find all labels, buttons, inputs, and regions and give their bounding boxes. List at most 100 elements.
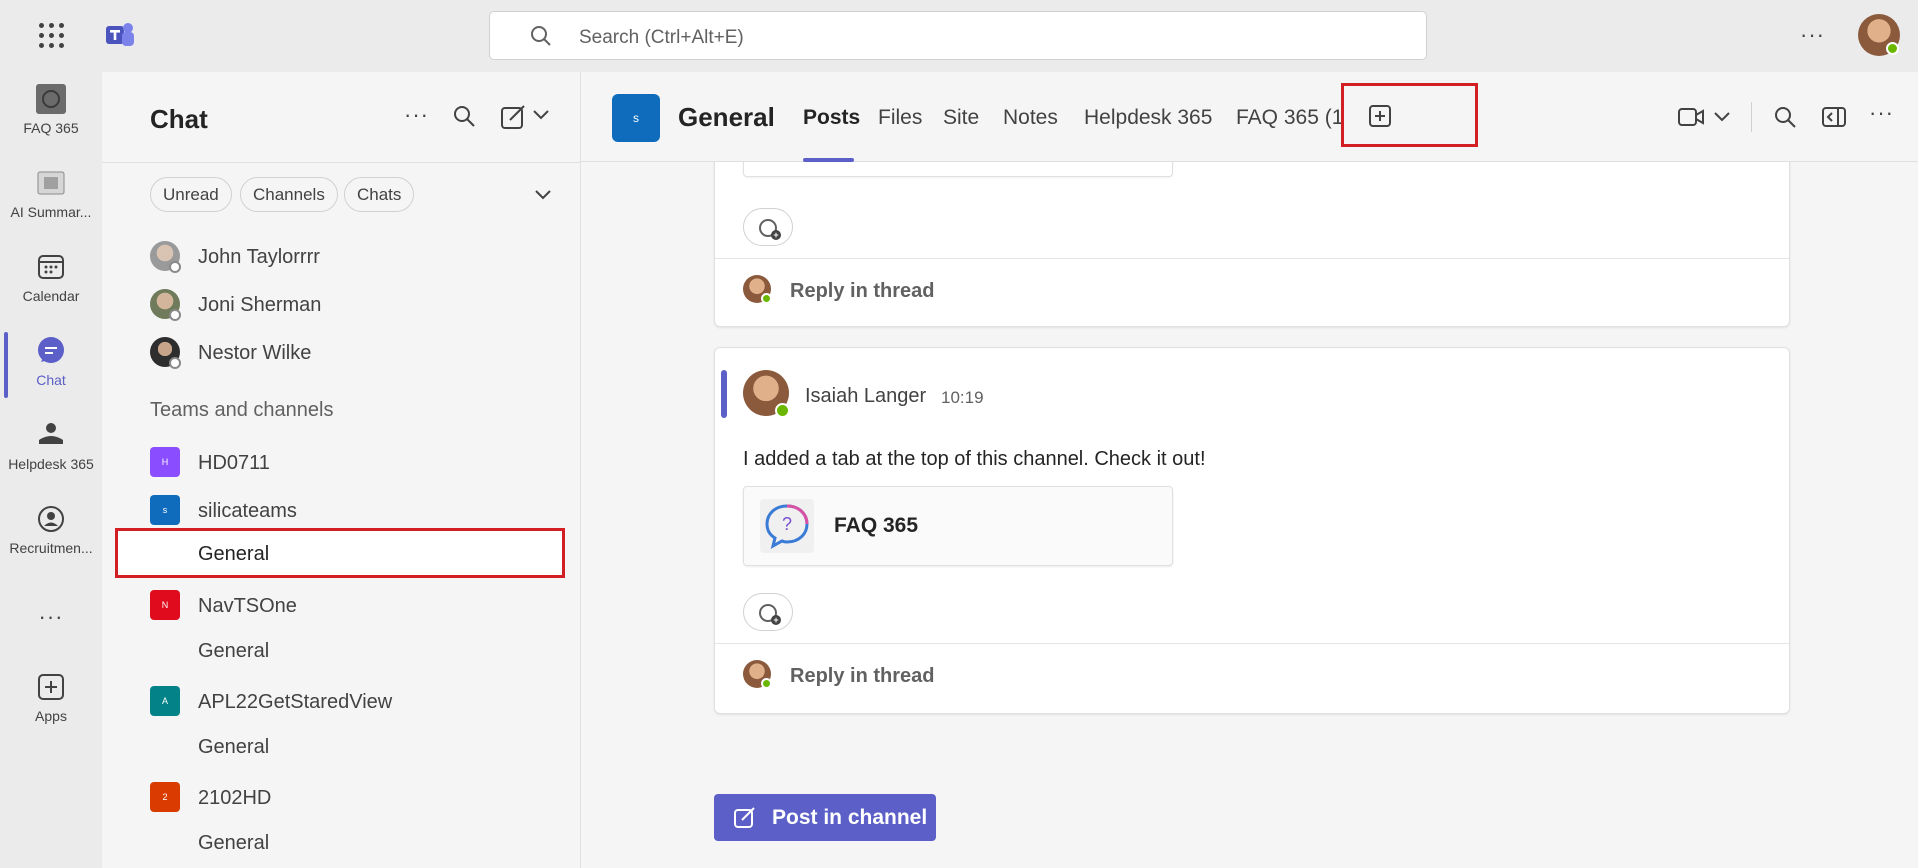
tab-files[interactable]: Files xyxy=(878,106,922,130)
add-tab-button[interactable] xyxy=(1341,83,1478,147)
tab-notes[interactable]: Notes xyxy=(1003,106,1058,130)
tab-posts[interactable]: Posts xyxy=(803,106,860,130)
rail-item-faq365[interactable]: FAQ 365 xyxy=(0,72,102,154)
pane-more-icon[interactable]: ··· xyxy=(404,102,429,128)
team-item-navtsone[interactable]: N NavTSOne xyxy=(150,587,560,625)
channel-name: General xyxy=(198,640,270,662)
channel-item-general[interactable]: General xyxy=(150,728,560,766)
presence-available-icon xyxy=(1886,42,1899,55)
rail-label: Calendar xyxy=(22,288,80,304)
tab-faq-365[interactable]: FAQ 365 (1) xyxy=(1236,106,1341,130)
divider xyxy=(715,258,1789,259)
channel-info-panel-icon[interactable] xyxy=(1821,106,1847,128)
message-time: 10:19 xyxy=(941,388,984,407)
rail-item-ai-summary[interactable]: AI Summar... xyxy=(0,156,102,238)
rail-label: Helpdesk 365 xyxy=(8,456,94,472)
message-author[interactable]: Isaiah Langer xyxy=(805,385,926,408)
team-avatar: 2 xyxy=(150,782,180,812)
svg-text:?: ? xyxy=(782,514,792,534)
rail-label: Chat xyxy=(36,372,66,388)
team-name: 2102HD xyxy=(198,787,272,809)
faq-app-icon xyxy=(36,84,66,114)
search-box[interactable]: Search (Ctrl+Alt+E) xyxy=(489,11,1427,60)
team-item-apl22getstaredview[interactable]: A APL22GetStaredView xyxy=(150,683,560,721)
compose-icon xyxy=(734,807,755,828)
channel-title: General xyxy=(678,102,775,132)
rail-label: FAQ 365 xyxy=(23,120,79,136)
chat-name: John Taylorrrr xyxy=(198,246,320,268)
chat-list-pane: Chat ··· Unread Channels Chats John Tayl… xyxy=(102,72,581,868)
channel-name: General xyxy=(198,543,270,565)
divider xyxy=(1751,102,1752,132)
reply-label: Reply in thread xyxy=(790,665,935,687)
rail-item-apps[interactable]: Apps xyxy=(0,660,102,742)
team-avatar: H xyxy=(150,447,180,477)
filter-chats[interactable]: Chats xyxy=(344,177,415,212)
chevron-down-icon[interactable] xyxy=(534,188,552,202)
chevron-down-icon[interactable] xyxy=(1713,110,1731,124)
rail-label: AI Summar... xyxy=(10,204,92,220)
team-name: HD0711 xyxy=(198,452,270,474)
faq-365-card[interactable]: ? FAQ 365 xyxy=(743,486,1173,566)
card-title: FAQ 365 xyxy=(834,514,919,537)
divider xyxy=(715,643,1789,644)
presence-available-icon xyxy=(761,678,772,689)
posts-feed: + Reply in thread Isaiah Langer 10:19 I … xyxy=(581,162,1918,868)
add-icon: + xyxy=(771,615,781,625)
presence-offline-icon xyxy=(169,309,181,321)
pane-title: Chat xyxy=(150,104,208,134)
rail-item-more-apps[interactable]: ··· xyxy=(0,590,102,640)
chevron-down-icon[interactable] xyxy=(532,108,550,122)
presence-available-icon xyxy=(775,403,790,418)
faq-app-icon: ? xyxy=(760,499,814,553)
search-icon[interactable] xyxy=(452,104,476,128)
team-item-2102hd[interactable]: 2 2102HD xyxy=(150,779,560,817)
team-item-silicateams[interactable]: s silicateams xyxy=(150,492,560,530)
teams-logo-icon xyxy=(106,23,134,46)
add-reaction-button[interactable]: + xyxy=(743,208,793,246)
team-name: silicateams xyxy=(198,500,297,522)
rail-label: Apps xyxy=(35,708,67,724)
channel-item-general-selected[interactable]: General xyxy=(115,528,565,578)
team-name: APL22GetStaredView xyxy=(198,691,393,713)
filter-unread[interactable]: Unread xyxy=(150,177,232,212)
chat-icon xyxy=(36,336,66,366)
post-card: + Reply in thread xyxy=(714,162,1790,327)
channel-name: General xyxy=(198,832,270,854)
new-chat-icon[interactable] xyxy=(500,104,526,130)
chat-name: Joni Sherman xyxy=(198,294,322,316)
team-avatar: N xyxy=(150,590,180,620)
channel-item-general[interactable]: General xyxy=(150,632,560,670)
chat-item-john-taylorrrr[interactable]: John Taylorrrr xyxy=(150,237,560,277)
rail-item-recruitment[interactable]: Recruitmen... xyxy=(0,492,102,574)
filter-channels[interactable]: Channels xyxy=(240,177,338,212)
more-options-icon[interactable]: ··· xyxy=(1869,100,1894,126)
search-icon[interactable] xyxy=(1773,105,1797,129)
team-item-hd0711[interactable]: H HD0711 xyxy=(150,444,560,482)
tab-helpdesk-365[interactable]: Helpdesk 365 xyxy=(1084,106,1212,130)
video-call-icon[interactable] xyxy=(1677,106,1705,128)
rail-item-helpdesk[interactable]: Helpdesk 365 xyxy=(0,408,102,490)
app-launcher-icon[interactable] xyxy=(36,20,66,50)
tab-site[interactable]: Site xyxy=(943,106,979,130)
presence-offline-icon xyxy=(169,357,181,369)
message-accent-bar xyxy=(721,370,727,418)
channel-item-general[interactable]: General xyxy=(150,824,560,862)
message-body: I added a tab at the top of this channel… xyxy=(743,448,1206,470)
ai-summary-icon xyxy=(36,168,66,198)
search-placeholder: Search (Ctrl+Alt+E) xyxy=(579,27,744,48)
add-reaction-button[interactable]: + xyxy=(743,593,793,631)
team-avatar: A xyxy=(150,686,180,716)
rail-item-chat[interactable]: Chat xyxy=(0,324,102,406)
post-in-channel-button[interactable]: Post in channel xyxy=(714,794,936,841)
presence-offline-icon xyxy=(169,261,181,273)
team-avatar: s xyxy=(150,495,180,525)
top-bar: Search (Ctrl+Alt+E) ··· xyxy=(0,0,1918,72)
attachment-card[interactable] xyxy=(743,162,1173,177)
team-name: NavTSOne xyxy=(198,595,297,617)
chat-item-nestor-wilke[interactable]: Nestor Wilke xyxy=(150,333,560,373)
chat-item-joni-sherman[interactable]: Joni Sherman xyxy=(150,285,560,325)
rail-label: Recruitmen... xyxy=(9,540,93,556)
rail-item-calendar[interactable]: Calendar xyxy=(0,240,102,322)
settings-more-icon[interactable]: ··· xyxy=(1800,22,1825,48)
